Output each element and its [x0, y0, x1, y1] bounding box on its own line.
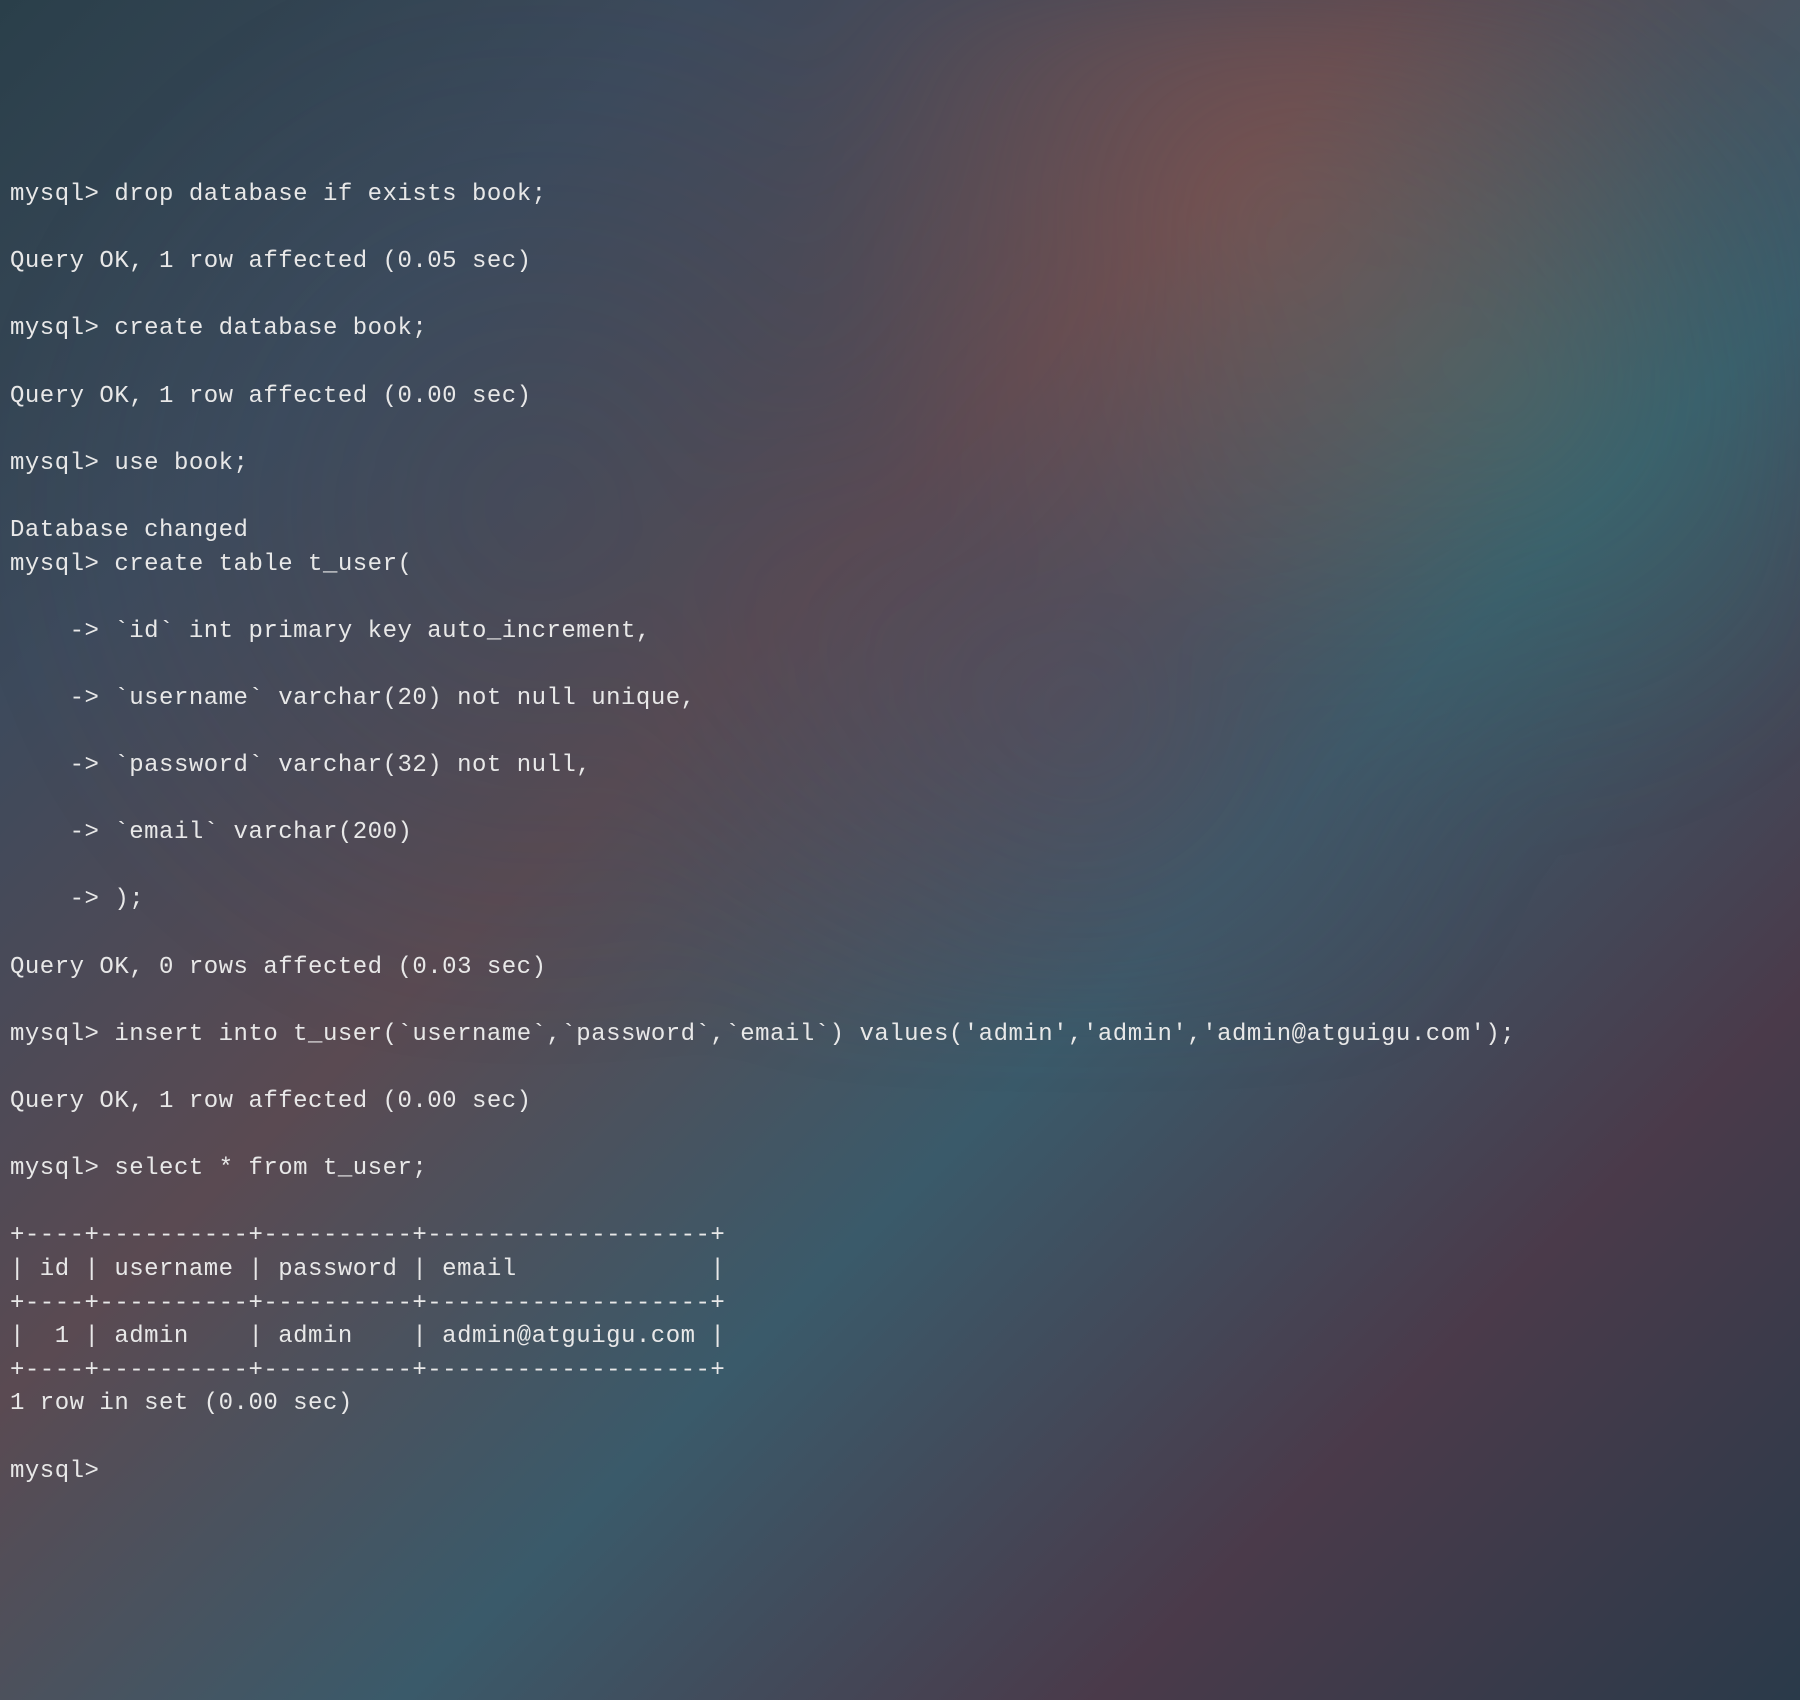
continuation-line: -> ); — [10, 883, 1790, 917]
mysql-prompt: mysql> — [10, 1155, 114, 1182]
command-line: mysql> create database book; — [10, 312, 1790, 346]
query-result: 1 row in set (0.00 sec) — [10, 1390, 353, 1417]
mysql-prompt: mysql> — [10, 1458, 114, 1485]
continuation-prompt: -> — [10, 752, 114, 779]
sql-command: select * from t_user; — [114, 1155, 427, 1182]
table-header: | id | username | password | email | — [10, 1256, 725, 1283]
mysql-prompt: mysql> — [10, 450, 114, 477]
continuation-prompt: -> — [10, 618, 114, 645]
table-border: +----+----------+----------+------------… — [10, 1222, 725, 1249]
continuation-line: -> `email` varchar(200) — [10, 816, 1790, 850]
sql-command: `password` varchar(32) not null, — [114, 752, 591, 779]
command-line: mysql> insert into t_user(`username`,`pa… — [10, 1018, 1790, 1052]
sql-command: `id` int primary key auto_increment, — [114, 618, 650, 645]
query-result: Database changed — [10, 517, 248, 544]
query-result: Query OK, 1 row affected (0.05 sec) — [10, 248, 532, 275]
mysql-prompt: mysql> — [10, 1021, 114, 1048]
sql-command: use book; — [114, 450, 248, 477]
continuation-prompt: -> — [10, 819, 114, 846]
continuation-line: -> `password` varchar(32) not null, — [10, 749, 1790, 783]
table-border: +----+----------+----------+------------… — [10, 1290, 725, 1317]
command-line: mysql> drop database if exists book; — [10, 178, 1790, 212]
sql-command: `email` varchar(200) — [114, 819, 412, 846]
mysql-prompt: mysql> — [10, 181, 114, 208]
query-result: Query OK, 1 row affected (0.00 sec) — [10, 383, 532, 410]
sql-command: `username` varchar(20) not null unique, — [114, 685, 695, 712]
terminal-output: mysql> drop database if exists book; Que… — [10, 144, 1790, 1521]
sql-command: insert into t_user(`username`,`password`… — [114, 1021, 1515, 1048]
continuation-prompt: -> — [10, 886, 114, 913]
query-result: Query OK, 0 rows affected (0.03 sec) — [10, 954, 546, 981]
command-line: mysql> create table t_user( — [10, 548, 1790, 582]
sql-command: ); — [114, 886, 144, 913]
continuation-line: -> `id` int primary key auto_increment, — [10, 615, 1790, 649]
query-result: Query OK, 1 row affected (0.00 sec) — [10, 1088, 532, 1115]
mysql-prompt: mysql> — [10, 315, 114, 342]
continuation-line: -> `username` varchar(20) not null uniqu… — [10, 682, 1790, 716]
command-line[interactable]: mysql> — [10, 1455, 1790, 1489]
sql-command: drop database if exists book; — [114, 181, 546, 208]
table-row: | 1 | admin | admin | admin@atguigu.com … — [10, 1323, 725, 1350]
command-line: mysql> use book; — [10, 447, 1790, 481]
mysql-prompt: mysql> — [10, 551, 114, 578]
sql-command: create table t_user( — [114, 551, 412, 578]
command-line: mysql> select * from t_user; — [10, 1152, 1790, 1186]
continuation-prompt: -> — [10, 685, 114, 712]
table-border: +----+----------+----------+------------… — [10, 1357, 725, 1384]
sql-command: create database book; — [114, 315, 427, 342]
